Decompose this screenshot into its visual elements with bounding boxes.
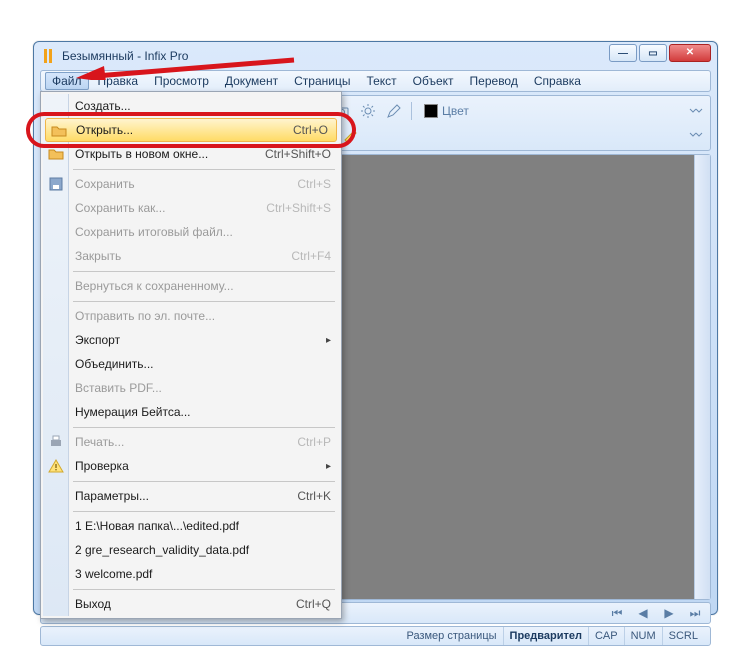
menu-document[interactable]: Документ [218, 72, 285, 90]
menu-item-shortcut: Ctrl+O [293, 123, 328, 137]
menu-item[interactable]: 1 E:\Новая папка\...\edited.pdf [43, 514, 339, 538]
maximize-button[interactable]: ▭ [639, 44, 667, 62]
menu-item: Сохранить итоговый файл... [43, 220, 339, 244]
overflow-icon[interactable] [685, 100, 707, 122]
menu-item-label: Экспорт [75, 333, 120, 347]
menu-view[interactable]: Просмотр [147, 72, 216, 90]
menu-item-shortcut: Ctrl+Shift+O [265, 147, 331, 161]
titlebar: Безымянный - Infix Pro — ▭ ✕ [34, 42, 717, 70]
pencil-icon[interactable] [383, 100, 405, 122]
prev-page-icon[interactable]: ◀ [632, 604, 654, 622]
color-button[interactable]: Цвет [418, 100, 475, 122]
first-page-icon[interactable]: ⏮ [606, 604, 628, 622]
menu-item[interactable]: Проверка ▸ [43, 454, 339, 478]
status-scrl: SCRL [662, 627, 704, 645]
menu-item-label: Сохранить [75, 177, 135, 191]
menu-item-label: Проверка [75, 459, 129, 473]
menu-object[interactable]: Объект [406, 72, 461, 90]
menu-item-label: Печать... [75, 435, 124, 449]
menu-item-label: Создать... [75, 99, 131, 113]
menu-item-label: Открыть... [76, 123, 133, 137]
vertical-scrollbar[interactable] [694, 155, 710, 599]
menu-item-label: Объединить... [75, 357, 154, 371]
minimize-button[interactable]: — [609, 44, 637, 62]
overflow2-icon[interactable] [685, 124, 707, 146]
next-page-icon[interactable]: ▶ [658, 604, 680, 622]
menu-edit[interactable]: Правка [91, 72, 146, 90]
menu-item-shortcut: Ctrl+K [297, 489, 331, 503]
menu-text[interactable]: Текст [359, 72, 403, 90]
menu-item-shortcut: Ctrl+S [297, 177, 331, 191]
highlight-icon[interactable] [339, 124, 361, 146]
menu-item[interactable]: Создать... [43, 94, 339, 118]
menu-item-label: Отправить по эл. почте... [75, 309, 215, 323]
menu-translate[interactable]: Перевод [463, 72, 525, 90]
menu-item-label: Параметры... [75, 489, 149, 503]
menu-item: Закрыть Ctrl+F4 [43, 244, 339, 268]
menu-item[interactable]: 3 welcome.pdf [43, 562, 339, 586]
close-button[interactable]: ✕ [669, 44, 711, 62]
print-icon [48, 434, 64, 450]
menu-item-label: 3 welcome.pdf [75, 567, 152, 581]
status-preview[interactable]: Предварител [503, 627, 588, 645]
last-page-icon[interactable]: ⏭ [684, 604, 706, 622]
menu-item: Печать... Ctrl+P [43, 430, 339, 454]
menu-item: Сохранить как... Ctrl+Shift+S [43, 196, 339, 220]
status-page-size: Размер страницы [400, 627, 502, 645]
menu-item[interactable]: Параметры... Ctrl+K [43, 484, 339, 508]
menu-item-shortcut: Ctrl+F4 [291, 249, 331, 263]
save-icon [48, 176, 64, 192]
menu-item-label: Вернуться к сохраненному... [75, 279, 234, 293]
menu-file[interactable]: Файл [45, 72, 89, 90]
status-cap: CAP [588, 627, 624, 645]
menu-item-label: Сохранить как... [75, 201, 165, 215]
menu-item-label: Вставить PDF... [75, 381, 162, 395]
menu-item[interactable]: Экспорт ▸ [43, 328, 339, 352]
menu-item-shortcut: Ctrl+P [297, 435, 331, 449]
submenu-arrow-icon: ▸ [326, 461, 331, 472]
color-label: Цвет [442, 104, 469, 118]
menu-item: Отправить по эл. почте... [43, 304, 339, 328]
folder-icon [51, 123, 67, 139]
menu-item-label: Нумерация Бейтса... [75, 405, 191, 419]
menu-item[interactable]: Открыть в новом окне... Ctrl+Shift+O [43, 142, 339, 166]
statusbar: Размер страницы Предварител CAP NUM SCRL [40, 626, 711, 646]
menu-item: Вернуться к сохраненному... [43, 274, 339, 298]
menu-item-label: 2 gre_research_validity_data.pdf [75, 543, 249, 557]
menu-item-label: 1 E:\Новая папка\...\edited.pdf [75, 519, 239, 533]
menu-item-shortcut: Ctrl+Shift+S [266, 201, 331, 215]
menu-item[interactable]: Нумерация Бейтса... [43, 400, 339, 424]
menu-item[interactable]: 2 gre_research_validity_data.pdf [43, 538, 339, 562]
window-controls: — ▭ ✕ [609, 44, 711, 62]
menu-item[interactable]: Выход Ctrl+Q [43, 592, 339, 616]
app-icon [40, 48, 56, 64]
submenu-arrow-icon: ▸ [326, 335, 331, 346]
menu-item-label: Открыть в новом окне... [75, 147, 208, 161]
status-num: NUM [624, 627, 662, 645]
menu-item: Сохранить Ctrl+S [43, 172, 339, 196]
menu-help[interactable]: Справка [527, 72, 588, 90]
menu-item-label: Выход [75, 597, 111, 611]
warn-icon [48, 458, 64, 474]
window-title: Безымянный - Infix Pro [62, 49, 188, 63]
menu-item: Вставить PDF... [43, 376, 339, 400]
menubar: Файл Правка Просмотр Документ Страницы Т… [40, 70, 711, 92]
file-menu-dropdown: Создать... Открыть... Ctrl+O Открыть в ново… [40, 91, 342, 619]
gear-icon[interactable] [357, 100, 379, 122]
folder-icon [48, 146, 64, 162]
menu-item-label: Закрыть [75, 249, 121, 263]
menu-item[interactable]: Открыть... Ctrl+O [45, 118, 337, 142]
menu-item[interactable]: Объединить... [43, 352, 339, 376]
menu-item-label: Сохранить итоговый файл... [75, 225, 233, 239]
menu-pages[interactable]: Страницы [287, 72, 357, 90]
menu-item-shortcut: Ctrl+Q [296, 597, 331, 611]
